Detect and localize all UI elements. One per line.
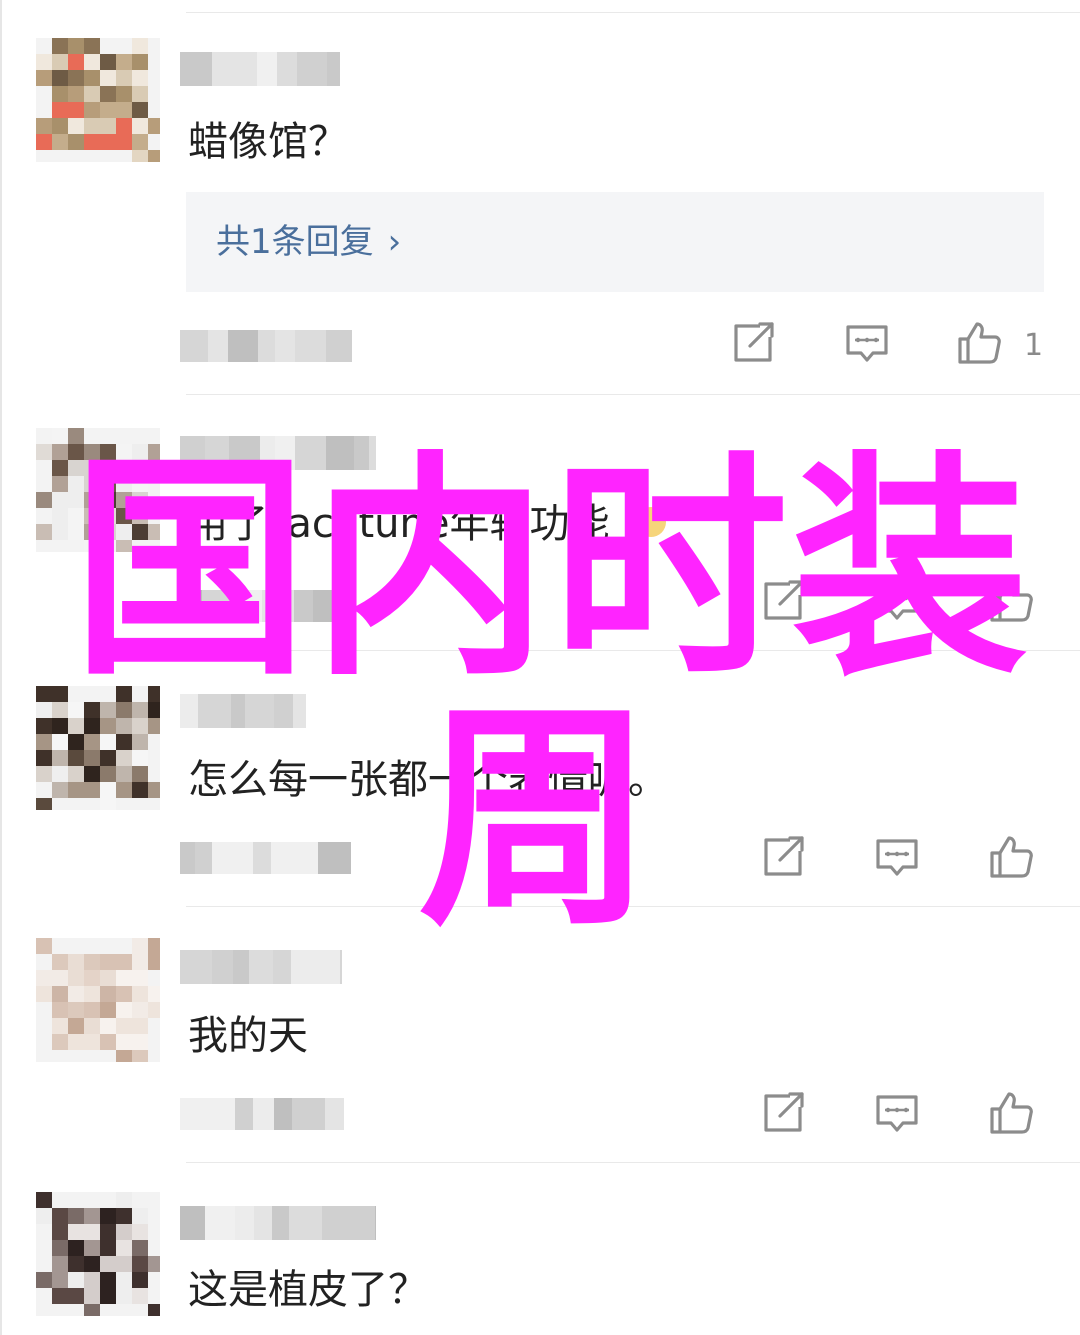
chevron-right-icon: ›	[387, 222, 402, 262]
comment-list-page: 蜡像馆？ 共1条回复 › 1 用了Facetune年轻功能 怎么每一张都一个表情呢…	[0, 0, 1080, 1335]
thumbs-up-icon[interactable]	[956, 320, 1002, 366]
emoji-icon	[636, 507, 666, 537]
left-border	[0, 0, 2, 1335]
comment-text: 蜡像馆？	[188, 119, 348, 165]
reply-summary-box[interactable]: 共1条回复 ›	[186, 192, 1044, 292]
thumbs-up-icon[interactable]	[988, 1090, 1034, 1136]
watermark-line-1: 国内时装	[72, 432, 1033, 707]
like-count: 1	[1024, 328, 1044, 363]
thumbs-up-icon[interactable]	[988, 834, 1034, 880]
reply-summary-label: 共1条回复	[216, 222, 374, 262]
username-blurred[interactable]	[180, 52, 340, 86]
divider	[186, 394, 1080, 395]
comment-text: 怎么每一张都一个表情呢。	[188, 757, 668, 803]
comment-text: 我的天	[188, 1013, 308, 1059]
username-blurred[interactable]	[180, 1206, 376, 1240]
comment-bubble-icon[interactable]	[874, 578, 920, 624]
watermark-line-2: 周	[418, 682, 655, 957]
avatar[interactable]	[36, 1192, 160, 1316]
divider	[186, 650, 1080, 651]
username-blurred[interactable]	[180, 694, 306, 728]
avatar[interactable]	[36, 428, 160, 552]
comment-text: 用了Facetune年轻功能	[188, 501, 610, 547]
username-blurred[interactable]	[180, 436, 376, 470]
username-blurred[interactable]	[180, 950, 342, 984]
timestamp-blurred	[180, 330, 352, 362]
share-edit-icon[interactable]	[760, 834, 806, 880]
comment-text: 这是植皮了？	[188, 1267, 428, 1313]
reply-summary-link[interactable]: 共1条回复 ›	[216, 219, 401, 265]
timestamp-blurred	[180, 842, 351, 874]
share-edit-icon[interactable]	[760, 578, 806, 624]
avatar[interactable]	[36, 686, 160, 810]
divider	[186, 906, 1080, 907]
comment-bubble-icon[interactable]	[874, 1090, 920, 1136]
share-edit-icon[interactable]	[730, 320, 776, 366]
comment-bubble-icon[interactable]	[844, 320, 890, 366]
divider	[186, 1162, 1080, 1163]
avatar[interactable]	[36, 38, 160, 162]
timestamp-blurred	[180, 1098, 344, 1130]
thumbs-up-icon[interactable]	[988, 578, 1034, 624]
divider	[186, 12, 1080, 13]
comment-bubble-icon[interactable]	[874, 834, 920, 880]
timestamp-blurred	[180, 590, 344, 622]
share-edit-icon[interactable]	[760, 1090, 806, 1136]
avatar[interactable]	[36, 938, 160, 1062]
